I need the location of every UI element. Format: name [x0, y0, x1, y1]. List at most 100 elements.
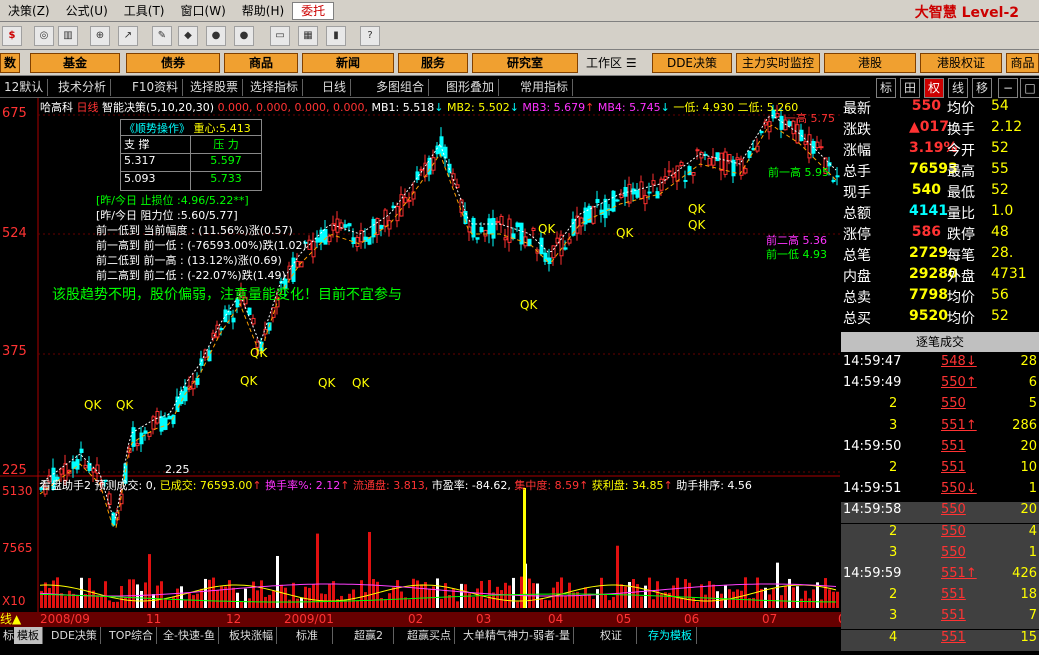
btab-standard[interactable]: 标准	[282, 627, 333, 644]
low-mark: 2.25	[165, 463, 190, 476]
qk-label: QK	[84, 398, 102, 412]
table-icon[interactable]: ▦	[298, 26, 318, 46]
btab-template[interactable]: 模板	[14, 627, 43, 644]
menu-help[interactable]: 帮助(H)	[234, 2, 292, 19]
pencil-icon[interactable]: ✎	[152, 26, 172, 46]
volume-bar	[136, 584, 139, 608]
quote-row: 总买 9520 均价 52	[841, 308, 1039, 329]
trade-volume: 20	[1020, 438, 1037, 454]
volume-bar	[332, 581, 335, 608]
volume-bar	[584, 587, 587, 608]
func-daily[interactable]: 日线	[318, 79, 352, 96]
volume-bar	[564, 595, 567, 608]
nav-item-fund[interactable]: 基金	[30, 53, 120, 73]
btab-bigorder[interactable]: 大单精气神力-弱者-量	[460, 627, 574, 644]
btab-sector[interactable]: 板块涨幅	[226, 627, 277, 644]
volume-bar	[624, 586, 627, 608]
trade-time: 14:59:59	[843, 566, 902, 581]
quote-label: 最新	[843, 101, 871, 117]
candle	[819, 146, 824, 149]
nav-item-research[interactable]: 研究室	[472, 53, 578, 73]
nav-item-service[interactable]: 服务	[398, 53, 468, 73]
candle	[635, 189, 640, 198]
func-f10[interactable]: F10资料	[128, 79, 184, 96]
minus-icon[interactable]: −	[998, 78, 1018, 98]
candle	[559, 234, 564, 257]
window-icon[interactable]: ▭	[270, 26, 290, 46]
tab-line[interactable]: 线	[948, 78, 968, 98]
dollar-icon[interactable]: $	[2, 26, 22, 46]
nav-item-news[interactable]: 新闻	[302, 53, 394, 73]
help-pointer-icon[interactable]: ?	[360, 26, 380, 46]
bottom-tabs: 标 模板 DDE决策 TOP综合 全-快速-鱼 板块涨幅 标准 超赢2 超赢买点…	[0, 627, 840, 645]
candle	[231, 317, 236, 323]
globe-icon[interactable]: ●	[206, 26, 226, 46]
qk-label: QK	[538, 222, 556, 236]
menu-formula[interactable]: 公式(U)	[58, 2, 116, 19]
nav-item-commodity[interactable]: 商品	[224, 53, 298, 73]
btab-save-template[interactable]: 存为模板	[644, 627, 697, 644]
func-multi[interactable]: 多图组合	[372, 79, 430, 96]
btab-win-buy[interactable]: 超赢买点	[404, 627, 455, 644]
nav-item-monitor[interactable]: 主力实时监控	[736, 53, 820, 73]
nav-bar: 数 基金 债券 商品 新闻 服务 研究室 工作区 ☰ DDE决策 主力实时监控 …	[0, 50, 1039, 76]
diamond-icon[interactable]: ◆	[178, 26, 198, 46]
quote-value: 4731	[991, 266, 1027, 282]
nav-item-commodity2[interactable]: 商品	[1006, 53, 1039, 73]
menu-window[interactable]: 窗口(W)	[173, 2, 234, 19]
binoculars-icon[interactable]: ⊕	[90, 26, 110, 46]
btab-fast[interactable]: 全-快速-鱼	[160, 627, 219, 644]
btab-warrant[interactable]: 权证	[586, 627, 637, 644]
maximize-icon[interactable]: □	[1020, 78, 1039, 98]
volume-bar	[340, 595, 343, 608]
func-overlay[interactable]: 图形叠加	[442, 79, 500, 96]
workarea-label[interactable]: 工作区 ☰	[586, 53, 637, 73]
globe2-icon[interactable]: ●	[234, 26, 254, 46]
func-tech[interactable]: 技术分析	[54, 79, 112, 96]
btab-top[interactable]: TOP综合	[106, 627, 158, 644]
candle	[591, 206, 596, 224]
candle	[503, 237, 508, 241]
func-select-indicator[interactable]: 选择指标	[246, 79, 304, 96]
nav-item-0[interactable]: 数	[0, 53, 20, 73]
advice-text: 该股趋势不明，股价偏弱，注意量能变化！目前不宜参与	[52, 287, 402, 303]
nav-item-dde[interactable]: DDE决策	[652, 53, 732, 73]
func-default[interactable]: 12默认	[0, 79, 49, 96]
axis-arrow-icon[interactable]: 线▲	[0, 612, 21, 626]
func-common[interactable]: 常用指标	[516, 79, 574, 96]
candle	[163, 417, 168, 430]
btab-dde[interactable]: DDE决策	[48, 627, 101, 644]
glasses-icon[interactable]: ◎	[34, 26, 54, 46]
tab-mark[interactable]: 标	[876, 78, 896, 98]
tab-move[interactable]: 移	[972, 78, 992, 98]
tab-rights[interactable]: 权	[924, 78, 944, 98]
volume-bar	[692, 597, 695, 608]
trade-volume: 28	[1020, 354, 1037, 369]
trade-price: 550	[941, 396, 966, 412]
menu-decision[interactable]: 决策(Z)	[0, 2, 58, 19]
sub-indicator-line: 看盘助手2 预测成交: 0, 已成交: 76593.00↑ 换手率%: 2.12…	[40, 479, 752, 492]
nav-item-bond[interactable]: 债券	[126, 53, 220, 73]
bars-icon[interactable]: ▥	[58, 26, 78, 46]
func-select-stock[interactable]: 选择股票	[186, 79, 244, 96]
candle	[395, 206, 400, 222]
volume-bar	[300, 597, 303, 608]
trade-row: 3 550 1	[841, 544, 1039, 566]
volume-bar	[312, 584, 315, 608]
axis-date: 12	[226, 612, 242, 626]
tab-grid[interactable]: 田	[900, 78, 920, 98]
menu-trade[interactable]: 委托	[292, 1, 335, 20]
chart-icon[interactable]: ↗	[118, 26, 138, 46]
candle	[95, 464, 100, 474]
menu-tools[interactable]: 工具(T)	[116, 2, 173, 19]
trade-price: 551	[941, 608, 966, 624]
nav-item-hk-warrant[interactable]: 港股权证	[920, 53, 1002, 73]
books-icon[interactable]: ▮	[326, 26, 346, 46]
quote-row: 内盘 29280 外盘 4731	[841, 266, 1039, 287]
btab-win2[interactable]: 超赢2	[344, 627, 394, 644]
trade-row: 2 550 4	[841, 523, 1039, 545]
candle	[831, 179, 836, 182]
nav-item-hk[interactable]: 港股	[824, 53, 916, 73]
candle	[531, 227, 536, 232]
quote-row: 涨幅 3.19% 今开 52	[841, 140, 1039, 161]
